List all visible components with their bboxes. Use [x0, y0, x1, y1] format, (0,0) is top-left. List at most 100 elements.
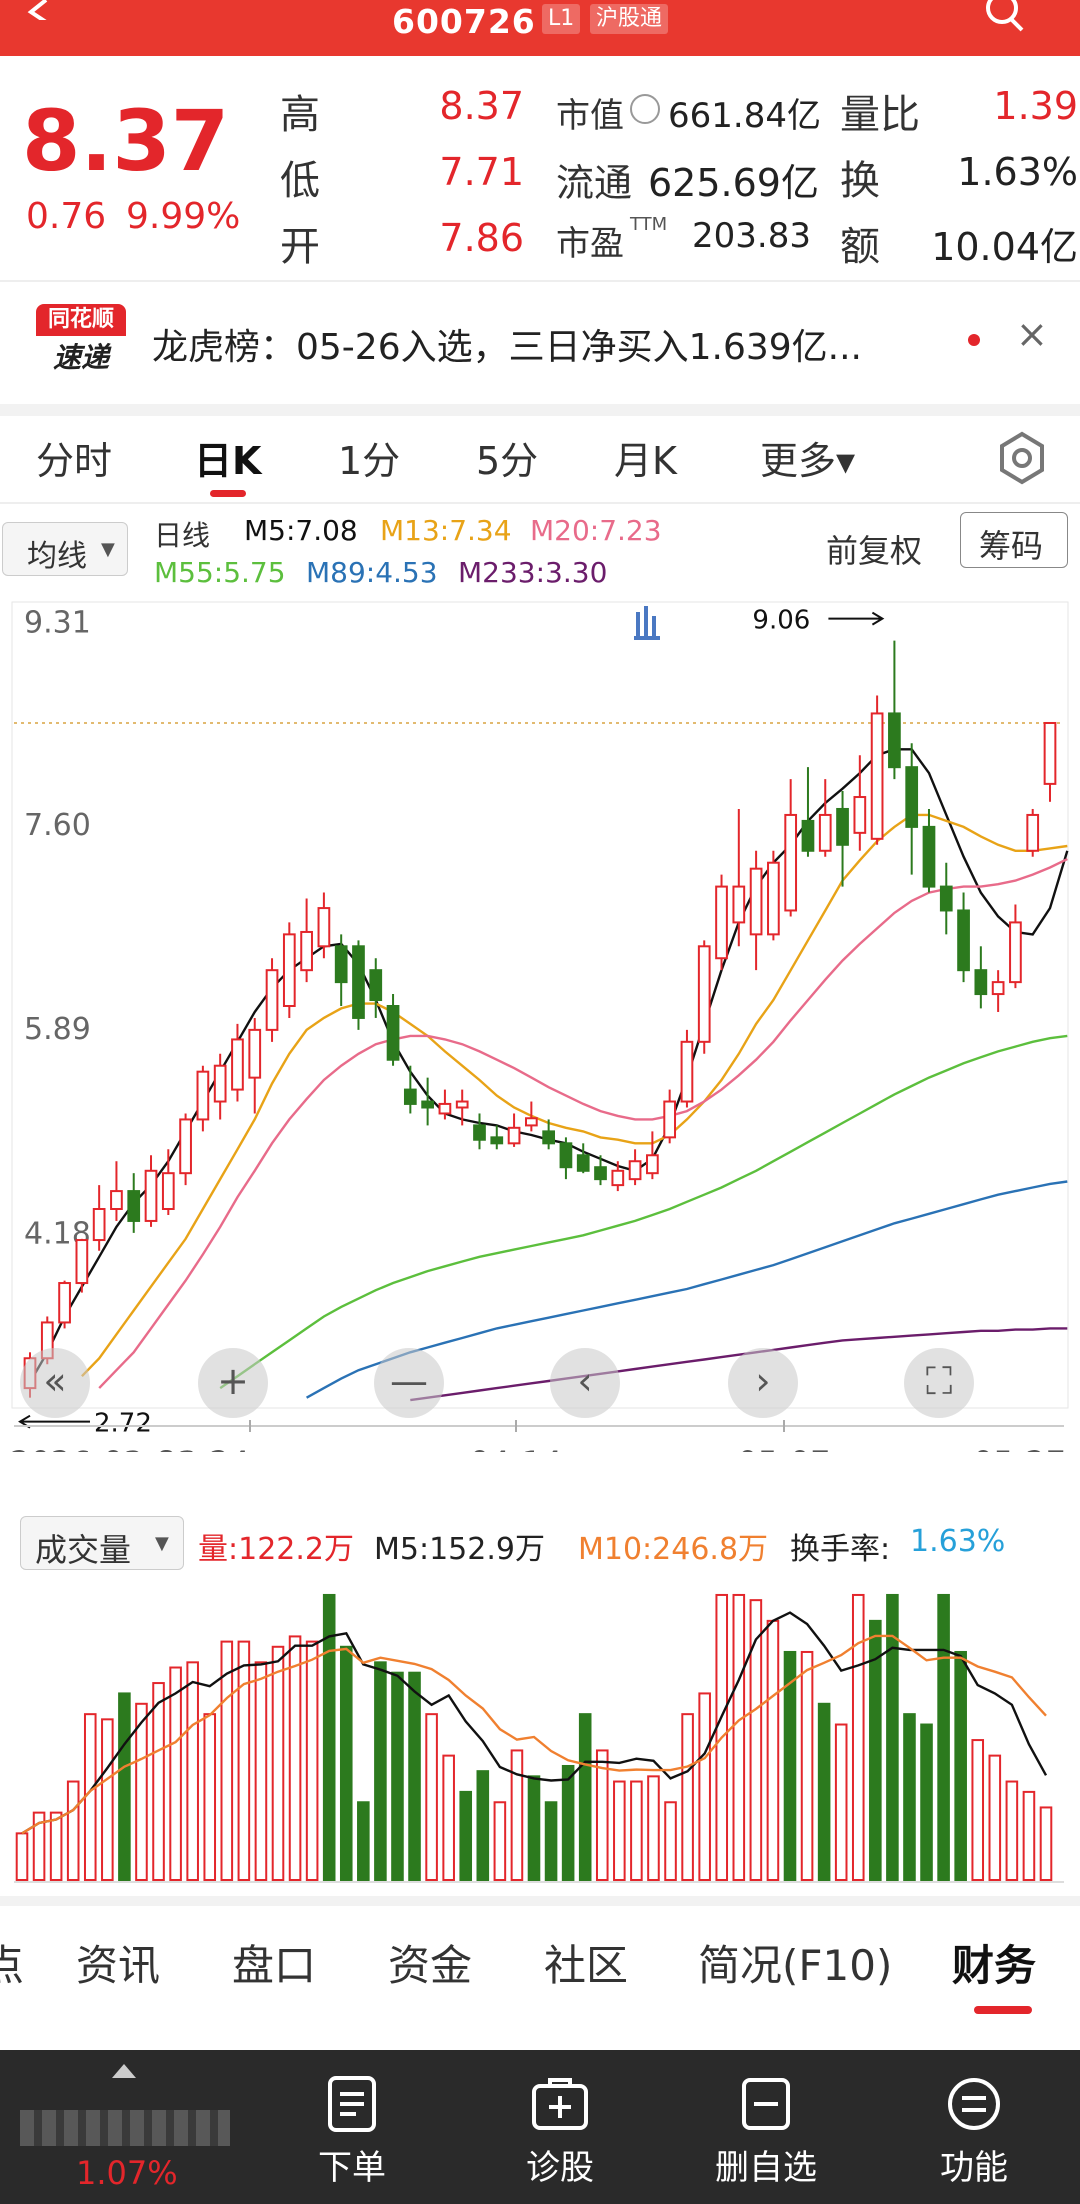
tab-daily-k[interactable]: 日K [194, 430, 261, 485]
tab-1min[interactable]: 1分 [338, 430, 400, 485]
x-tick-label: 05-07 [738, 1444, 831, 1452]
stats-icon [634, 606, 660, 640]
volume-bar-down [357, 1801, 370, 1881]
candle-up [1009, 921, 1022, 984]
ma-line-m55 [219, 1034, 1068, 1390]
subtab-community[interactable]: 社区 [544, 1932, 628, 1993]
subtab-orderbook[interactable]: 盘口 [232, 1932, 316, 1993]
x-tick-label: 04-14 [470, 1444, 563, 1452]
tab-5min[interactable]: 5分 [476, 430, 538, 485]
chevron-right-icon[interactable]: › [728, 1348, 798, 1418]
high-value: 8.37 [439, 84, 524, 128]
kline-chart[interactable]: 9.317.605.894.189.062.722026-03-0603-240… [0, 592, 1080, 1452]
minus-square-icon [742, 2078, 790, 2130]
high-label: 高 [280, 92, 320, 138]
search-icon[interactable] [980, 0, 1040, 40]
volume-bar-up [1022, 1790, 1036, 1881]
x-tick-label: 03-24 [157, 1444, 250, 1452]
volume-bar-up [766, 1619, 780, 1881]
volume-bar-up [630, 1780, 643, 1882]
tab-monthly-k[interactable]: 月K [614, 430, 677, 485]
volume-bar-up [15, 1832, 29, 1882]
volume-value: 量:122.2万 [198, 1532, 354, 1567]
volume-bar-up [442, 1754, 455, 1881]
volume-bar-up [1005, 1780, 1019, 1882]
subtab-news[interactable]: 资讯 [76, 1932, 160, 1993]
subtab-prev[interactable]: 点 [0, 1932, 24, 1993]
subtab-finance[interactable]: 财务 [952, 1932, 1036, 1993]
candle-up [818, 813, 832, 852]
low-annotation: 2.72 [94, 1409, 152, 1439]
volume-bar-up [834, 1723, 848, 1881]
volume-bar-up [101, 1718, 114, 1881]
settings-icon[interactable] [994, 430, 1050, 486]
pe-suffix: TTM [630, 214, 668, 235]
expand-up-icon[interactable] [112, 2064, 136, 2078]
candle-down [334, 945, 348, 984]
price-change-pct: 9.99% [126, 196, 241, 237]
candle-up [628, 1160, 642, 1181]
ma-m5: M5:7.08 [244, 514, 358, 547]
subtab-funds[interactable]: 资金 [388, 1932, 472, 1993]
candle-up [438, 1102, 452, 1115]
volume-bar-up [83, 1713, 97, 1881]
close-icon[interactable]: × [1016, 312, 1048, 356]
fullscreen-icon[interactable]: ⛶ [904, 1348, 974, 1418]
volume-m10: M10:246.8万 [578, 1532, 769, 1567]
volume-bar-up [186, 1661, 199, 1882]
candle-up [524, 1117, 538, 1127]
volume-bar-up [681, 1713, 694, 1881]
zoom-in-icon[interactable]: + [198, 1348, 268, 1418]
news-ticker[interactable]: 同花顺 速递 龙虎榜：05-26入选，三日净买入1.639亿... × [0, 290, 1080, 390]
candle-up [611, 1169, 625, 1187]
back-icon[interactable] [6, 0, 56, 24]
candle-up [110, 1190, 123, 1211]
volume-bar-up [271, 1645, 285, 1881]
ths-logo: 同花顺 速递 [36, 304, 126, 376]
volume-bar-up [66, 1780, 80, 1882]
ma-line-m20 [98, 858, 1068, 1389]
candle-down [836, 807, 849, 846]
candle-down [403, 1088, 417, 1105]
candle-up [697, 945, 711, 1043]
volume-bar-up [305, 1640, 319, 1881]
chevron-left-icon[interactable]: ‹ [550, 1348, 620, 1418]
zoom-out-icon[interactable]: — [374, 1348, 444, 1418]
candle-down [127, 1190, 141, 1222]
ma-selector[interactable]: 均线 ▼ [2, 522, 128, 576]
medkit-icon [532, 2078, 588, 2130]
volume-bar-down [937, 1593, 950, 1882]
pe-value: 203.83 [692, 216, 811, 256]
chips-button[interactable]: 筹码 [960, 512, 1068, 568]
volume-chart[interactable] [0, 1576, 1080, 1886]
candle-up [732, 885, 746, 924]
candle-up [196, 1070, 210, 1121]
volume-bar-up [664, 1801, 677, 1881]
volume-selector[interactable]: 成交量 ▼ [20, 1516, 184, 1570]
candle-up [213, 1064, 227, 1103]
candle-down [974, 969, 988, 996]
info-icon[interactable] [630, 94, 660, 124]
active-tab-indicator [210, 490, 246, 497]
candle-up [749, 867, 763, 936]
candle-up [58, 1282, 71, 1324]
turnover-value: 1.63% [957, 150, 1078, 194]
subtab-indicator [974, 2006, 1032, 2014]
chevron-left-double-icon[interactable]: « [20, 1348, 90, 1418]
tab-more[interactable]: 更多▾ [760, 430, 855, 485]
volume-bar-down [476, 1770, 490, 1882]
tab-intraday[interactable]: 分时 [36, 430, 112, 485]
subtab-f10[interactable]: 简况(F10) [698, 1932, 892, 1993]
candle-up [231, 1038, 244, 1091]
candle-down [905, 766, 919, 828]
x-tick-label: 05-27 [973, 1444, 1066, 1452]
pe-label: 市盈 [556, 224, 624, 264]
candle-down [369, 969, 383, 1002]
adjust-mode[interactable]: 前复权 [826, 526, 922, 572]
volume-bar-down [339, 1645, 353, 1881]
candle-down [594, 1166, 607, 1181]
volume-bar-up [203, 1713, 217, 1881]
volume-bar-down [578, 1713, 592, 1881]
open-value: 7.86 [439, 216, 524, 260]
volume-bar-down [527, 1775, 541, 1881]
